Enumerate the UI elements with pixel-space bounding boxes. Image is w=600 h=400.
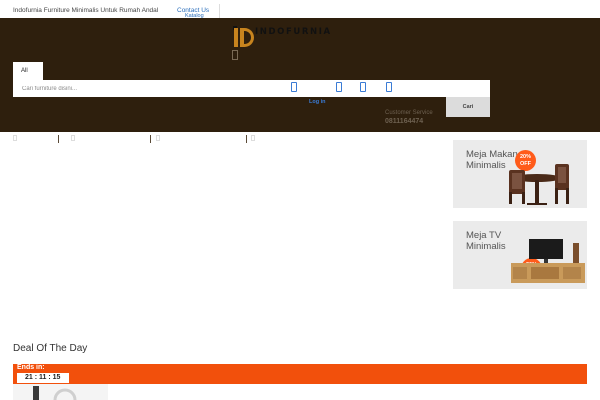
countdown-timer: 21 : 11 : 15 [17,373,69,383]
deal-countdown-bar [13,364,587,384]
nav-item-label: Furniture [24,135,49,141]
nav-item-kitchen-set[interactable]: Kitchen Set Minimalis [71,135,139,141]
promo-banner-meja-makan[interactable]: Meja Makan Minimalis 20% OFF [453,140,587,208]
tv-stand-image [511,239,585,283]
interior-icon [156,135,160,141]
nav-divider [246,135,247,143]
search-input[interactable] [13,80,490,97]
mobile-icon[interactable] [360,82,366,92]
nav-item-pintu-rumah[interactable]: Pintu Rumah [251,135,297,141]
site-logo[interactable]: INDOFURNIA [233,26,330,48]
furniture-icon [13,135,17,141]
search-button[interactable]: Cari [446,97,490,117]
login-link[interactable]: Log in [309,99,326,105]
deal-product-card[interactable] [13,384,108,400]
search-category-value: All [21,68,28,74]
deal-product-image [33,386,77,400]
ends-in-label: Ends in: [17,364,45,371]
cart-icon[interactable] [386,82,392,92]
logo-mark-icon [233,26,255,48]
site-tagline: Indofurnia Furniture Minimalis Untuk Rum… [13,7,159,14]
site-header: INDOFURNIA All Cari Log in Customer Serv… [0,18,600,143]
logo-text: INDOFURNIA [255,27,332,37]
nav-item-label: Kitchen Set Minimalis [82,135,140,141]
kitchen-icon [71,135,75,141]
customer-service-phone[interactable]: 0811164474 [385,118,423,125]
door-icon [251,135,255,141]
deal-of-the-day-heading: Deal Of The Day [13,343,88,354]
search-category-select[interactable]: All [13,62,43,80]
promo-banner-meja-tv[interactable]: Meja TV Minimalis 30% OFF [453,221,587,289]
menu-icon[interactable] [232,50,238,60]
top-bar: Indofurnia Furniture Minimalis Untuk Rum… [0,0,600,26]
account-icon[interactable] [291,82,297,92]
nav-divider [150,135,151,143]
phone-icon[interactable] [336,82,342,92]
dining-set-image [509,164,569,205]
nav-item-furniture[interactable]: Furniture [13,135,48,141]
nav-item-label: Desain Interior Minimalis [167,135,233,141]
nav-item-desain-interior[interactable]: Desain Interior Minimalis [156,135,233,141]
nav-item-label: Pintu Rumah [262,135,297,141]
customer-service-label: Customer Service [385,110,433,116]
nav-divider [58,135,59,143]
